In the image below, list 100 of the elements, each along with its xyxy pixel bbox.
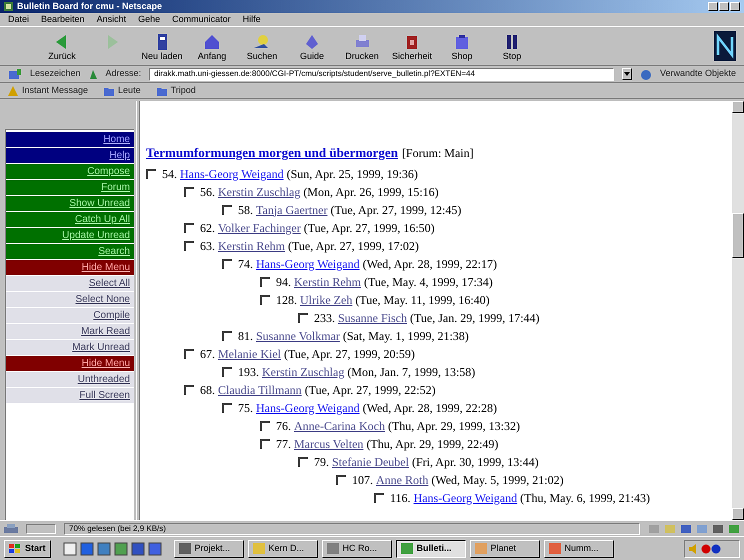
window-icon [400, 543, 413, 554]
author-link[interactable]: Melanie Kiel [218, 344, 281, 362]
toolbar-button[interactable]: Stop [490, 32, 534, 60]
taskbar-button[interactable]: Numm... [544, 540, 614, 558]
taskbar-button[interactable]: Planet [470, 540, 540, 558]
sidebar-link[interactable]: Select None [6, 292, 134, 307]
scroll-down-button[interactable] [732, 508, 744, 520]
quick-launch-icon[interactable] [80, 542, 94, 556]
sidebar-link[interactable]: Home [6, 132, 134, 147]
sidebar-link[interactable]: Show Unread [6, 196, 134, 211]
personal-toolbar-button[interactable]: Tripod [156, 84, 196, 98]
post-date: (Thu, Apr. 29, 1999, 22:49) [366, 436, 498, 452]
sidebar-link[interactable]: Hide Menu [6, 356, 134, 371]
post-date: (Wed, May. 5, 1999, 21:02) [431, 472, 564, 488]
quick-launch-icon[interactable] [62, 542, 77, 556]
author-link[interactable]: Stefanie Deubel [332, 452, 409, 470]
menu-item[interactable]: Datei [8, 12, 30, 26]
taskbar-button[interactable]: HC Ro... [322, 540, 392, 558]
author-link[interactable]: Hans-Georg Weigand [414, 488, 518, 506]
post-date: (Tue, Apr. 27, 1999, 22:52) [304, 382, 436, 398]
quick-launch-icon[interactable] [130, 542, 145, 556]
sidebar-link[interactable]: Hide Menu [6, 260, 134, 275]
post-date: (Tue, Apr. 27, 1999, 20:59) [284, 346, 415, 362]
post-date: (Fri, Apr. 30, 1999, 13:44) [412, 454, 539, 470]
maximize-button[interactable] [719, 2, 729, 11]
sidebar-link[interactable]: Compose [6, 164, 134, 179]
menu-item[interactable]: Communicator [172, 12, 231, 26]
post-date: (Sun, Apr. 25, 1999, 19:36) [286, 166, 418, 182]
author-link[interactable]: Kerstin Rehm [218, 236, 285, 254]
sidebar-link[interactable]: Compile [6, 308, 134, 323]
author-link[interactable]: Kerstin Rehm [294, 272, 361, 290]
sidebar-link[interactable]: Mark Read [6, 324, 134, 339]
sidebar-link[interactable]: Search [6, 244, 134, 259]
post-date: (Mon, Apr. 26, 1999, 15:16) [303, 184, 439, 200]
author-link[interactable]: Claudia Tillmann [218, 380, 302, 398]
post-number: 54. [162, 166, 177, 182]
menu-item[interactable]: Ansicht [96, 12, 126, 26]
author-link[interactable]: Marcus Velten [294, 434, 364, 452]
sidebar-link[interactable]: Full Screen [6, 388, 134, 403]
quick-launch-icon[interactable] [114, 542, 128, 556]
sidebar-link[interactable]: Update Unread [6, 228, 134, 243]
bookmarks-button[interactable]: Lesezeichen [30, 67, 81, 81]
netscape-logo [714, 31, 736, 61]
start-button[interactable]: Start [4, 540, 51, 558]
author-link[interactable]: Anne-Carina Koch [294, 416, 385, 434]
toolbar-button[interactable]: Shop [440, 32, 484, 60]
thread-title-link[interactable]: Termumformungen morgen und übermorgen [146, 143, 398, 162]
post-date: (Mon, Jan. 7, 1999, 13:58) [347, 364, 476, 380]
author-link[interactable]: Hans-Georg Weigand [180, 164, 284, 182]
related-button[interactable]: Verwandte Objekte [660, 67, 736, 81]
author-link[interactable]: Volker Fachinger [218, 218, 301, 236]
sidebar-link[interactable]: Catch Up All [6, 212, 134, 227]
scroll-up-button[interactable] [732, 101, 744, 113]
scrollbar[interactable] [732, 101, 744, 520]
toolbar-button[interactable]: Anfang [190, 32, 234, 60]
menu-item[interactable]: Gehe [138, 12, 160, 26]
menu-item[interactable]: Hilfe [242, 12, 261, 26]
toolbar-button[interactable]: Guide [290, 32, 334, 60]
taskbar-button[interactable]: Kern D... [248, 540, 318, 558]
address-field[interactable]: dirakk.math.uni-giessen.de:8000/CGI-PT/cmu/scripts/student/serve_bulletin.pl?EXTEN=44 [149, 68, 614, 80]
author-link[interactable]: Kerstin Zuschlag [262, 362, 344, 380]
sidebar-link[interactable]: Help [6, 148, 134, 163]
status-panel: 70% gelesen (bei 2,9 KB/s) [64, 522, 640, 534]
taskbar-button[interactable]: Projekt... [174, 540, 244, 558]
author-link[interactable]: Susanne Volkmar [256, 326, 340, 344]
author-link[interactable]: Hans-Georg Weigand [256, 398, 360, 416]
sidebar-link[interactable]: Select All [6, 276, 134, 291]
toolbar-button[interactable]: Drucken [340, 32, 384, 60]
author-link[interactable]: Kerstin Zuschlag [218, 182, 300, 200]
quick-launch-icon[interactable] [148, 542, 162, 556]
post-number: 77. [276, 436, 291, 452]
close-button[interactable] [730, 2, 740, 11]
personal-toolbar-button[interactable]: Leute [104, 84, 141, 98]
post-number: 233. [314, 310, 335, 326]
personal-toolbar-button[interactable]: Instant Message [8, 84, 88, 98]
toolbar-button[interactable]: Zurück [40, 32, 84, 60]
bookmark-icon [8, 68, 22, 80]
minimize-button[interactable] [708, 2, 718, 11]
status-icon[interactable] [712, 524, 724, 534]
folder-icon [156, 86, 167, 96]
sidebar-link[interactable]: Forum [6, 180, 134, 195]
author-link[interactable]: Tanja Gaertner [256, 200, 328, 218]
windows-logo-icon [9, 544, 21, 554]
dropdown-button[interactable] [622, 68, 632, 80]
post-number: 74. [238, 256, 253, 272]
taskbar-button[interactable]: Bulleti... [396, 540, 466, 558]
sidebar-link[interactable]: Mark Unread [6, 340, 134, 355]
author-link[interactable]: Anne Roth [376, 470, 428, 488]
toolbar-button[interactable]: Sicherheit [390, 32, 434, 60]
scroll-thumb[interactable] [732, 213, 744, 258]
status-icon[interactable] [680, 524, 692, 534]
toolbar-button[interactable]: Suchen [240, 32, 284, 60]
toolbar-button[interactable]: Neu laden [140, 32, 184, 60]
menu-item[interactable]: Bearbeiten [41, 12, 85, 26]
author-link[interactable]: Susanne Fisch [338, 308, 407, 326]
post-number: 76. [276, 418, 291, 434]
author-link[interactable]: Ulrike Zeh [300, 290, 352, 308]
quick-launch-icon[interactable] [96, 542, 111, 556]
author-link[interactable]: Hans-Georg Weigand [256, 254, 360, 272]
sidebar-link[interactable]: Unthreaded [6, 372, 134, 387]
